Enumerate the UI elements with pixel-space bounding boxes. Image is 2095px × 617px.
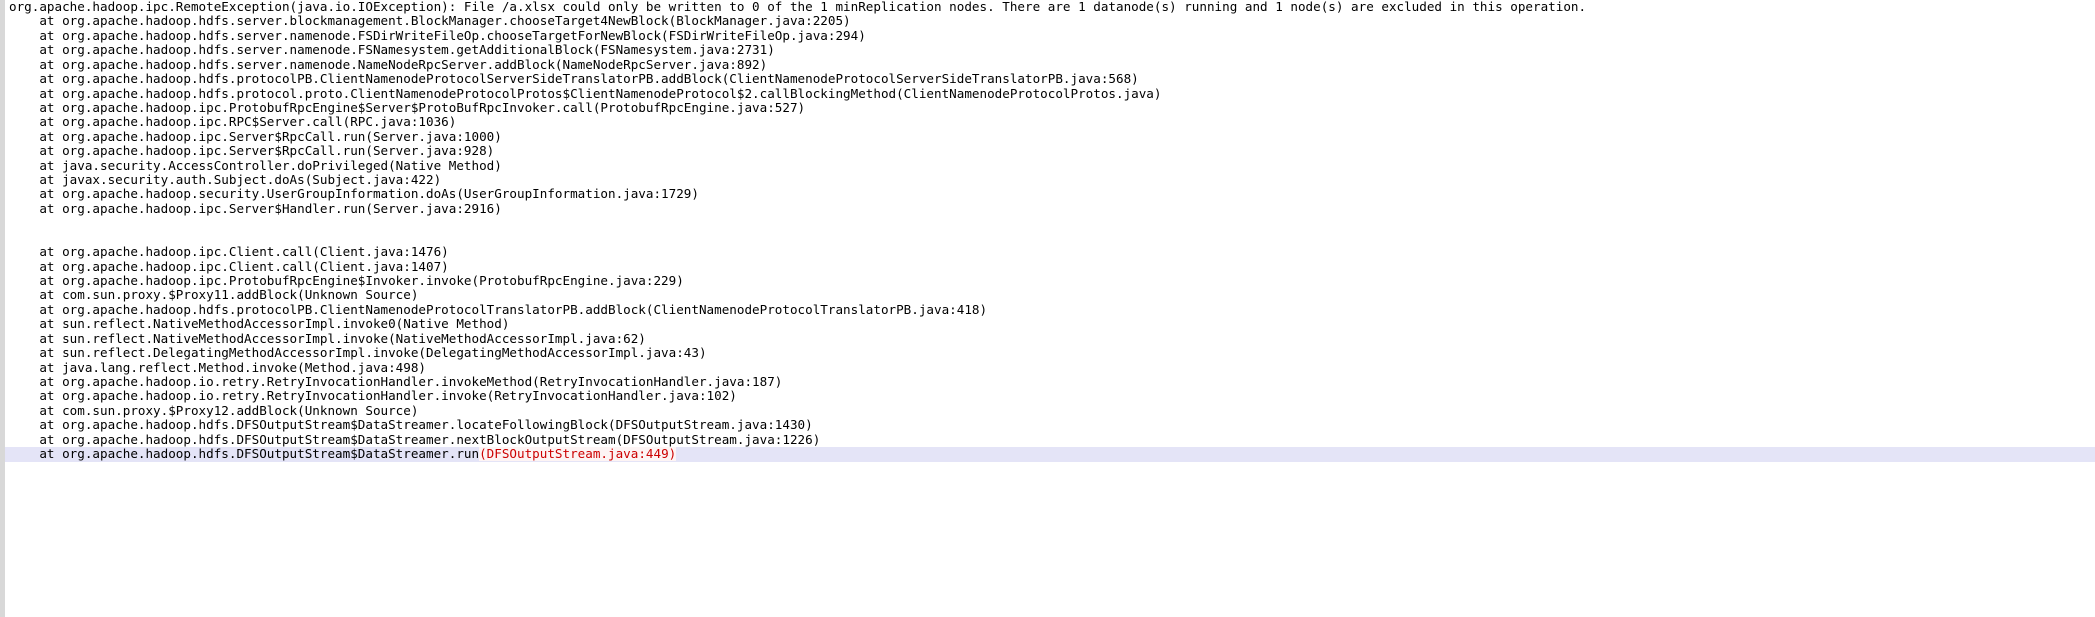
stack-trace-line[interactable]: at org.apache.hadoop.hdfs.server.blockma… — [5, 14, 2095, 28]
stack-trace-line-text: at org.apache.hadoop.hdfs.protocolPB.Cli… — [9, 72, 1139, 87]
stack-trace-line-text: at sun.reflect.DelegatingMethodAccessorI… — [9, 346, 707, 361]
stack-trace-line[interactable] — [5, 231, 2095, 245]
stack-trace-line-text: at java.lang.reflect.Method.invoke(Metho… — [9, 360, 427, 375]
stack-trace-output[interactable]: org.apache.hadoop.ipc.RemoteException(ja… — [5, 0, 2095, 617]
stack-trace-line-text: at org.apache.hadoop.ipc.ProtobufRpcEngi… — [9, 274, 684, 289]
stack-trace-line-text: at org.apache.hadoop.io.retry.RetryInvoc… — [9, 389, 737, 404]
stack-trace-line[interactable]: at org.apache.hadoop.ipc.RPC$Server.call… — [5, 115, 2095, 129]
console-output-pane[interactable]: org.apache.hadoop.ipc.RemoteException(ja… — [0, 0, 2095, 617]
stack-trace-line-text: at org.apache.hadoop.ipc.RPC$Server.call… — [9, 115, 457, 130]
stack-trace-line[interactable]: at org.apache.hadoop.hdfs.DFSOutputStrea… — [5, 418, 2095, 432]
stack-trace-line-text: at org.apache.hadoop.ipc.ProtobufRpcEngi… — [9, 100, 806, 115]
stack-trace-line[interactable]: at org.apache.hadoop.hdfs.server.namenod… — [5, 29, 2095, 43]
stack-trace-line[interactable]: at org.apache.hadoop.hdfs.server.namenod… — [5, 58, 2095, 72]
stack-trace-line[interactable]: at java.lang.reflect.Method.invoke(Metho… — [5, 361, 2095, 375]
stack-trace-line[interactable]: at org.apache.hadoop.hdfs.protocol.proto… — [5, 87, 2095, 101]
stack-trace-line-text: at org.apache.hadoop.ipc.Server$RpcCall.… — [9, 144, 495, 159]
stack-trace-line[interactable]: at org.apache.hadoop.ipc.Client.call(Cli… — [5, 260, 2095, 274]
stack-trace-line[interactable]: at org.apache.hadoop.ipc.Server$RpcCall.… — [5, 144, 2095, 158]
stack-trace-line-text: at org.apache.hadoop.ipc.Server$RpcCall.… — [9, 129, 502, 144]
stack-trace-line-text: at org.apache.hadoop.security.UserGroupI… — [9, 187, 699, 202]
stack-trace-line-text: at org.apache.hadoop.hdfs.protocol.proto… — [9, 86, 1162, 101]
source-location-link[interactable]: (DFSOutputStream.java:449) — [479, 447, 677, 462]
stack-trace-line-text: at org.apache.hadoop.hdfs.protocolPB.Cli… — [9, 302, 988, 317]
stack-trace-line[interactable]: at org.apache.hadoop.ipc.Client.call(Cli… — [5, 245, 2095, 259]
stack-trace-line[interactable]: at org.apache.hadoop.ipc.Server$Handler.… — [5, 202, 2095, 216]
stack-trace-line-text: at org.apache.hadoop.ipc.Client.call(Cli… — [9, 245, 449, 260]
stack-trace-line-text: at org.apache.hadoop.hdfs.DFSOutputStrea… — [9, 432, 821, 447]
stack-trace-line-text: at java.security.AccessController.doPriv… — [9, 158, 502, 173]
stack-trace-line[interactable]: at org.apache.hadoop.hdfs.server.namenod… — [5, 43, 2095, 57]
stack-trace-line-text: org.apache.hadoop.ipc.RemoteException(ja… — [9, 0, 1587, 14]
stack-trace-line[interactable]: at org.apache.hadoop.io.retry.RetryInvoc… — [5, 389, 2095, 403]
stack-trace-line-text: at org.apache.hadoop.hdfs.server.namenod… — [9, 28, 866, 43]
stack-trace-line-text: at org.apache.hadoop.hdfs.server.blockma… — [9, 14, 851, 29]
stack-trace-line[interactable]: at sun.reflect.NativeMethodAccessorImpl.… — [5, 317, 2095, 331]
stack-trace-line-selected[interactable]: at org.apache.hadoop.hdfs.DFSOutputStrea… — [5, 447, 2095, 462]
stack-trace-line[interactable]: org.apache.hadoop.ipc.RemoteException(ja… — [5, 0, 2095, 14]
stack-trace-line[interactable]: at org.apache.hadoop.ipc.ProtobufRpcEngi… — [5, 274, 2095, 288]
stack-trace-line[interactable]: at org.apache.hadoop.ipc.ProtobufRpcEngi… — [5, 101, 2095, 115]
stack-trace-line-text: at org.apache.hadoop.io.retry.RetryInvoc… — [9, 374, 783, 389]
stack-trace-line[interactable]: at sun.reflect.DelegatingMethodAccessorI… — [5, 346, 2095, 360]
stack-trace-line[interactable]: at org.apache.hadoop.hdfs.protocolPB.Cli… — [5, 303, 2095, 317]
stack-trace-line-text: at org.apache.hadoop.hdfs.DFSOutputStrea… — [9, 418, 813, 433]
stack-trace-line-text: at sun.reflect.NativeMethodAccessorImpl.… — [9, 331, 646, 346]
stack-trace-line[interactable]: at org.apache.hadoop.ipc.Server$RpcCall.… — [5, 130, 2095, 144]
stack-trace-line[interactable]: at org.apache.hadoop.io.retry.RetryInvoc… — [5, 375, 2095, 389]
stack-trace-line-text: at com.sun.proxy.$Proxy12.addBlock(Unkno… — [9, 403, 419, 418]
stack-trace-line[interactable]: at org.apache.hadoop.security.UserGroupI… — [5, 187, 2095, 201]
stack-trace-line[interactable]: at sun.reflect.NativeMethodAccessorImpl.… — [5, 332, 2095, 346]
stack-trace-line[interactable]: at com.sun.proxy.$Proxy12.addBlock(Unkno… — [5, 404, 2095, 418]
stack-trace-line-text: at org.apache.hadoop.hdfs.DFSOutputStrea… — [9, 447, 480, 462]
stack-trace-line[interactable]: at javax.security.auth.Subject.doAs(Subj… — [5, 173, 2095, 187]
stack-trace-line-text: at org.apache.hadoop.hdfs.server.namenod… — [9, 43, 775, 58]
stack-trace-line-text: at com.sun.proxy.$Proxy11.addBlock(Unkno… — [9, 288, 419, 303]
stack-trace-line[interactable]: at java.security.AccessController.doPriv… — [5, 159, 2095, 173]
stack-trace-line-text: at javax.security.auth.Subject.doAs(Subj… — [9, 173, 442, 188]
stack-trace-line[interactable]: at com.sun.proxy.$Proxy11.addBlock(Unkno… — [5, 288, 2095, 302]
stack-trace-line-text: at org.apache.hadoop.ipc.Server$Handler.… — [9, 201, 502, 216]
stack-trace-line[interactable]: at org.apache.hadoop.hdfs.protocolPB.Cli… — [5, 72, 2095, 86]
stack-trace-line-text: at sun.reflect.NativeMethodAccessorImpl.… — [9, 317, 510, 332]
stack-trace-line[interactable] — [5, 216, 2095, 230]
stack-trace-line[interactable]: at org.apache.hadoop.hdfs.DFSOutputStrea… — [5, 433, 2095, 447]
stack-trace-line-text: at org.apache.hadoop.hdfs.server.namenod… — [9, 57, 768, 72]
stack-trace-line-text: at org.apache.hadoop.ipc.Client.call(Cli… — [9, 259, 449, 274]
